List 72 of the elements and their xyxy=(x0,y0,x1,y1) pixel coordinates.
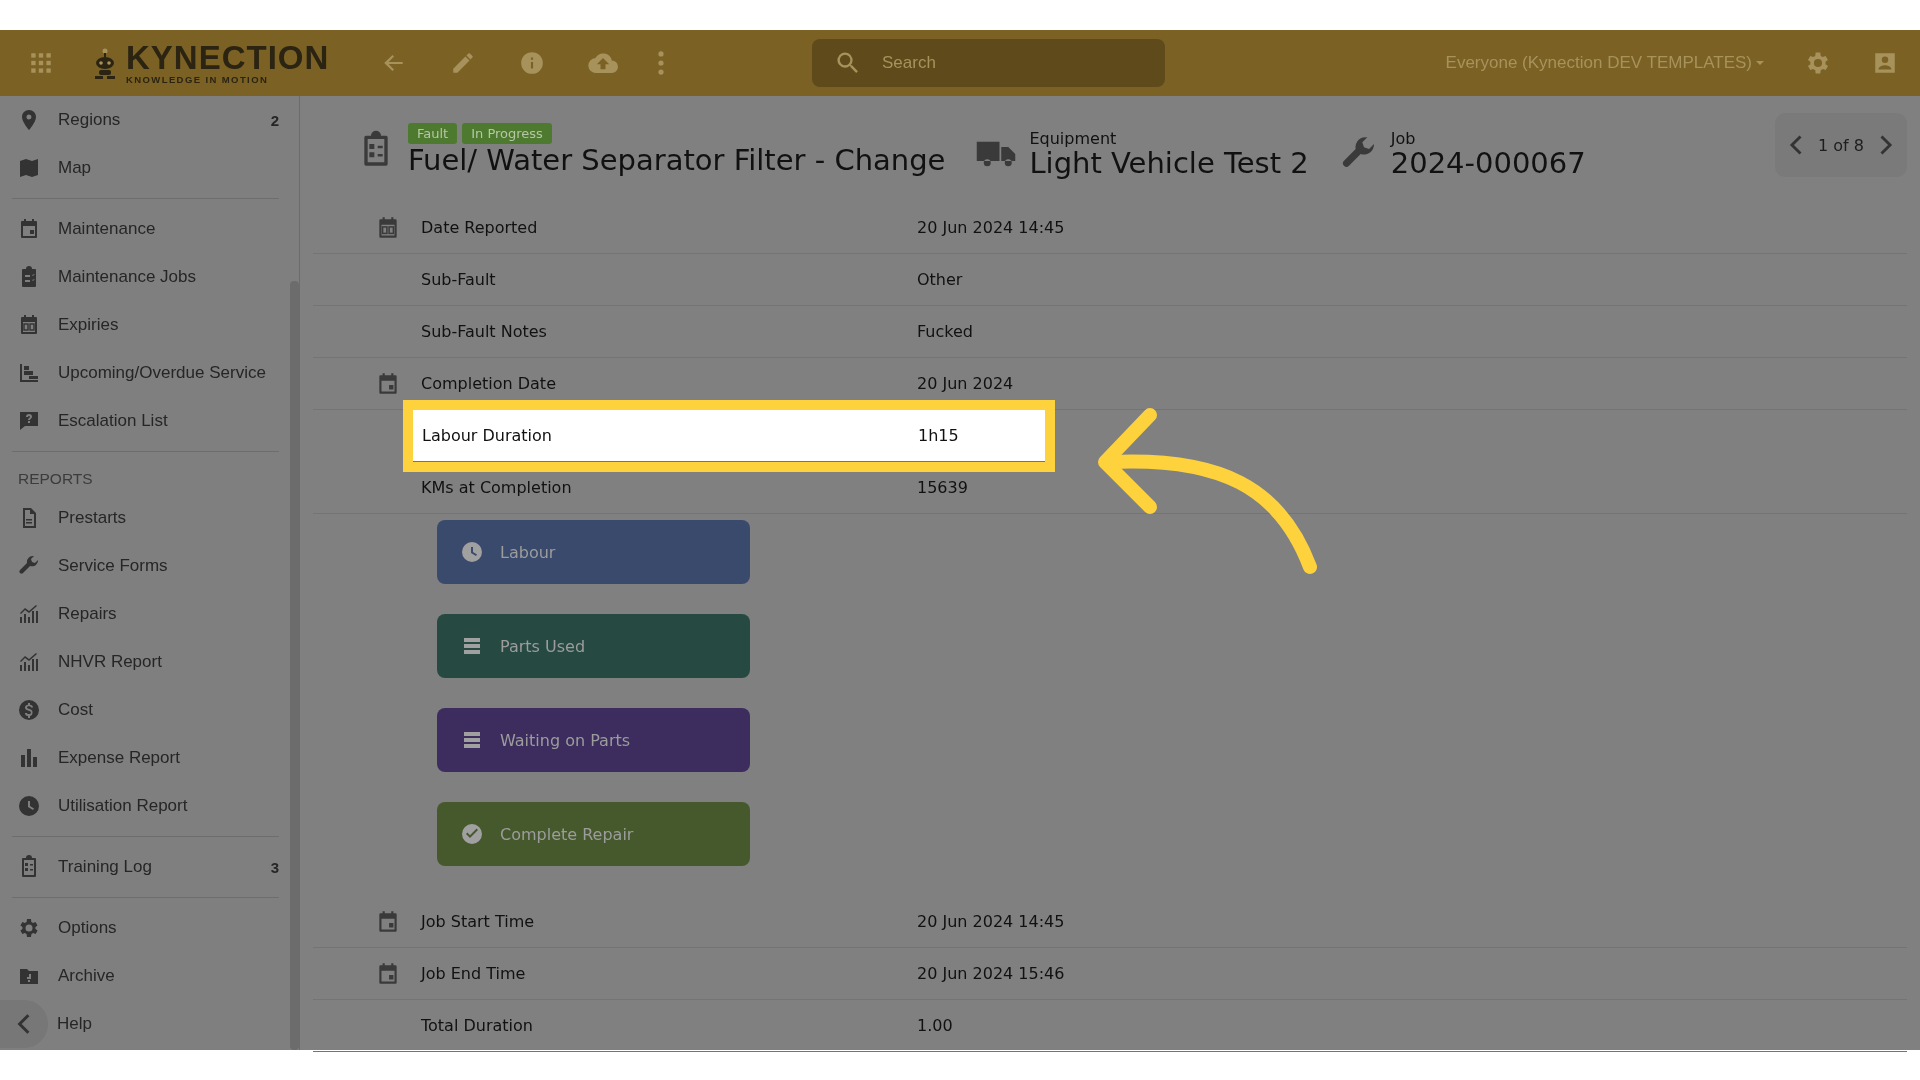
chart-icon xyxy=(17,602,41,626)
logo-name: KYNECTION xyxy=(126,41,330,75)
field-value: 1h15 xyxy=(918,426,959,445)
field-value: Other xyxy=(917,270,963,289)
timeline-icon xyxy=(17,361,41,385)
sidebar-item[interactable]: Prestarts xyxy=(0,494,299,542)
dollar-icon xyxy=(17,698,41,722)
collapse-button[interactable] xyxy=(0,1000,48,1048)
sidebar-item[interactable]: Training Log 3 xyxy=(0,843,299,891)
status-tag: In Progress xyxy=(462,122,552,144)
field-value: 1.00 xyxy=(917,1016,953,1035)
question-icon xyxy=(17,409,41,433)
field-label: Sub-Fault Notes xyxy=(421,322,548,341)
sidebar-item[interactable]: Upcoming/Overdue Service xyxy=(0,349,299,397)
job-number: 2024-000067 xyxy=(1390,147,1586,180)
field-value: 15639 xyxy=(917,478,968,497)
scope-dropdown[interactable]: Everyone (Kynection DEV TEMPLATES) xyxy=(1439,47,1770,79)
field-label: KMs at Completion xyxy=(421,478,573,497)
action-button[interactable]: Waiting on Parts xyxy=(437,708,750,772)
equipment-label: Equipment xyxy=(1029,128,1118,148)
sidebar-item[interactable]: NHVR Report xyxy=(0,638,299,686)
action-button[interactable]: Labour xyxy=(437,520,750,584)
map-icon xyxy=(17,156,41,180)
field-value: 20 Jun 2024 xyxy=(917,374,1014,393)
page-indicator: 1 of 8 xyxy=(1818,135,1864,155)
action-button[interactable]: Complete Repair xyxy=(437,802,750,866)
sidebar-item[interactable]: Regions 2 xyxy=(0,96,299,144)
clock-icon xyxy=(17,794,41,818)
status-tag: Fault xyxy=(408,122,458,144)
more-icon xyxy=(657,50,666,76)
apps-icon xyxy=(28,50,54,76)
field-label: Sub-Fault xyxy=(421,270,497,289)
chart-icon xyxy=(17,650,41,674)
job-title: Fuel/ Water Separator Filter - Change xyxy=(408,143,946,178)
sidebar-item[interactable]: Options xyxy=(0,904,299,952)
job-label: Job xyxy=(1390,128,1417,148)
field-value: 20 Jun 2024 14:45 xyxy=(917,912,1065,931)
sidebar-item[interactable]: Archive xyxy=(0,952,299,1000)
field-label: Job Start Time xyxy=(421,912,536,931)
search-field[interactable]: Search xyxy=(812,39,1165,87)
section-heading: REPORTS xyxy=(17,469,94,489)
field-label: Date Reported xyxy=(421,218,539,237)
field-value: Fucked xyxy=(917,322,973,341)
field-label: Job End Time xyxy=(421,964,527,983)
sidebar-item[interactable]: Cost xyxy=(0,686,299,734)
field-value: 20 Jun 2024 14:45 xyxy=(917,218,1065,237)
clock-icon xyxy=(460,540,484,564)
action-button[interactable]: Parts Used xyxy=(437,614,750,678)
chevron-left-icon xyxy=(1789,135,1803,155)
chevron-left-icon xyxy=(17,1014,31,1034)
field-label: Labour Duration xyxy=(422,426,553,445)
sidebar-item[interactable]: Map xyxy=(0,144,299,192)
sidebar-item[interactable]: Maintenance Jobs xyxy=(0,253,299,301)
caret-icon xyxy=(1756,60,1764,66)
info-icon xyxy=(519,50,546,76)
sidebar-item[interactable]: Help xyxy=(0,1000,299,1048)
account-icon xyxy=(1872,50,1898,76)
sidebar-item[interactable]: Expense Report xyxy=(0,734,299,782)
chevron-right-icon xyxy=(1880,135,1893,155)
check-icon xyxy=(460,822,484,846)
sidebar-item[interactable]: Repairs xyxy=(0,590,299,638)
sidebar-item[interactable]: Maintenance xyxy=(0,205,299,253)
logo-tagline: KNOWLEDGE IN MOTION xyxy=(126,75,270,85)
sidebar-item[interactable]: Escalation List xyxy=(0,397,299,445)
sidebar-item[interactable]: Expiries xyxy=(0,301,299,349)
field-value: 20 Jun 2024 15:46 xyxy=(917,964,1065,983)
equipment-name: Light Vehicle Test 2 xyxy=(1029,147,1309,180)
field-label: Total Duration xyxy=(421,1016,534,1035)
sidebar-item[interactable]: Service Forms xyxy=(0,542,299,590)
sidebar-item[interactable]: Utilisation Report xyxy=(0,782,299,830)
field-label: Completion Date xyxy=(421,374,557,393)
scrollbar[interactable] xyxy=(290,281,299,1050)
